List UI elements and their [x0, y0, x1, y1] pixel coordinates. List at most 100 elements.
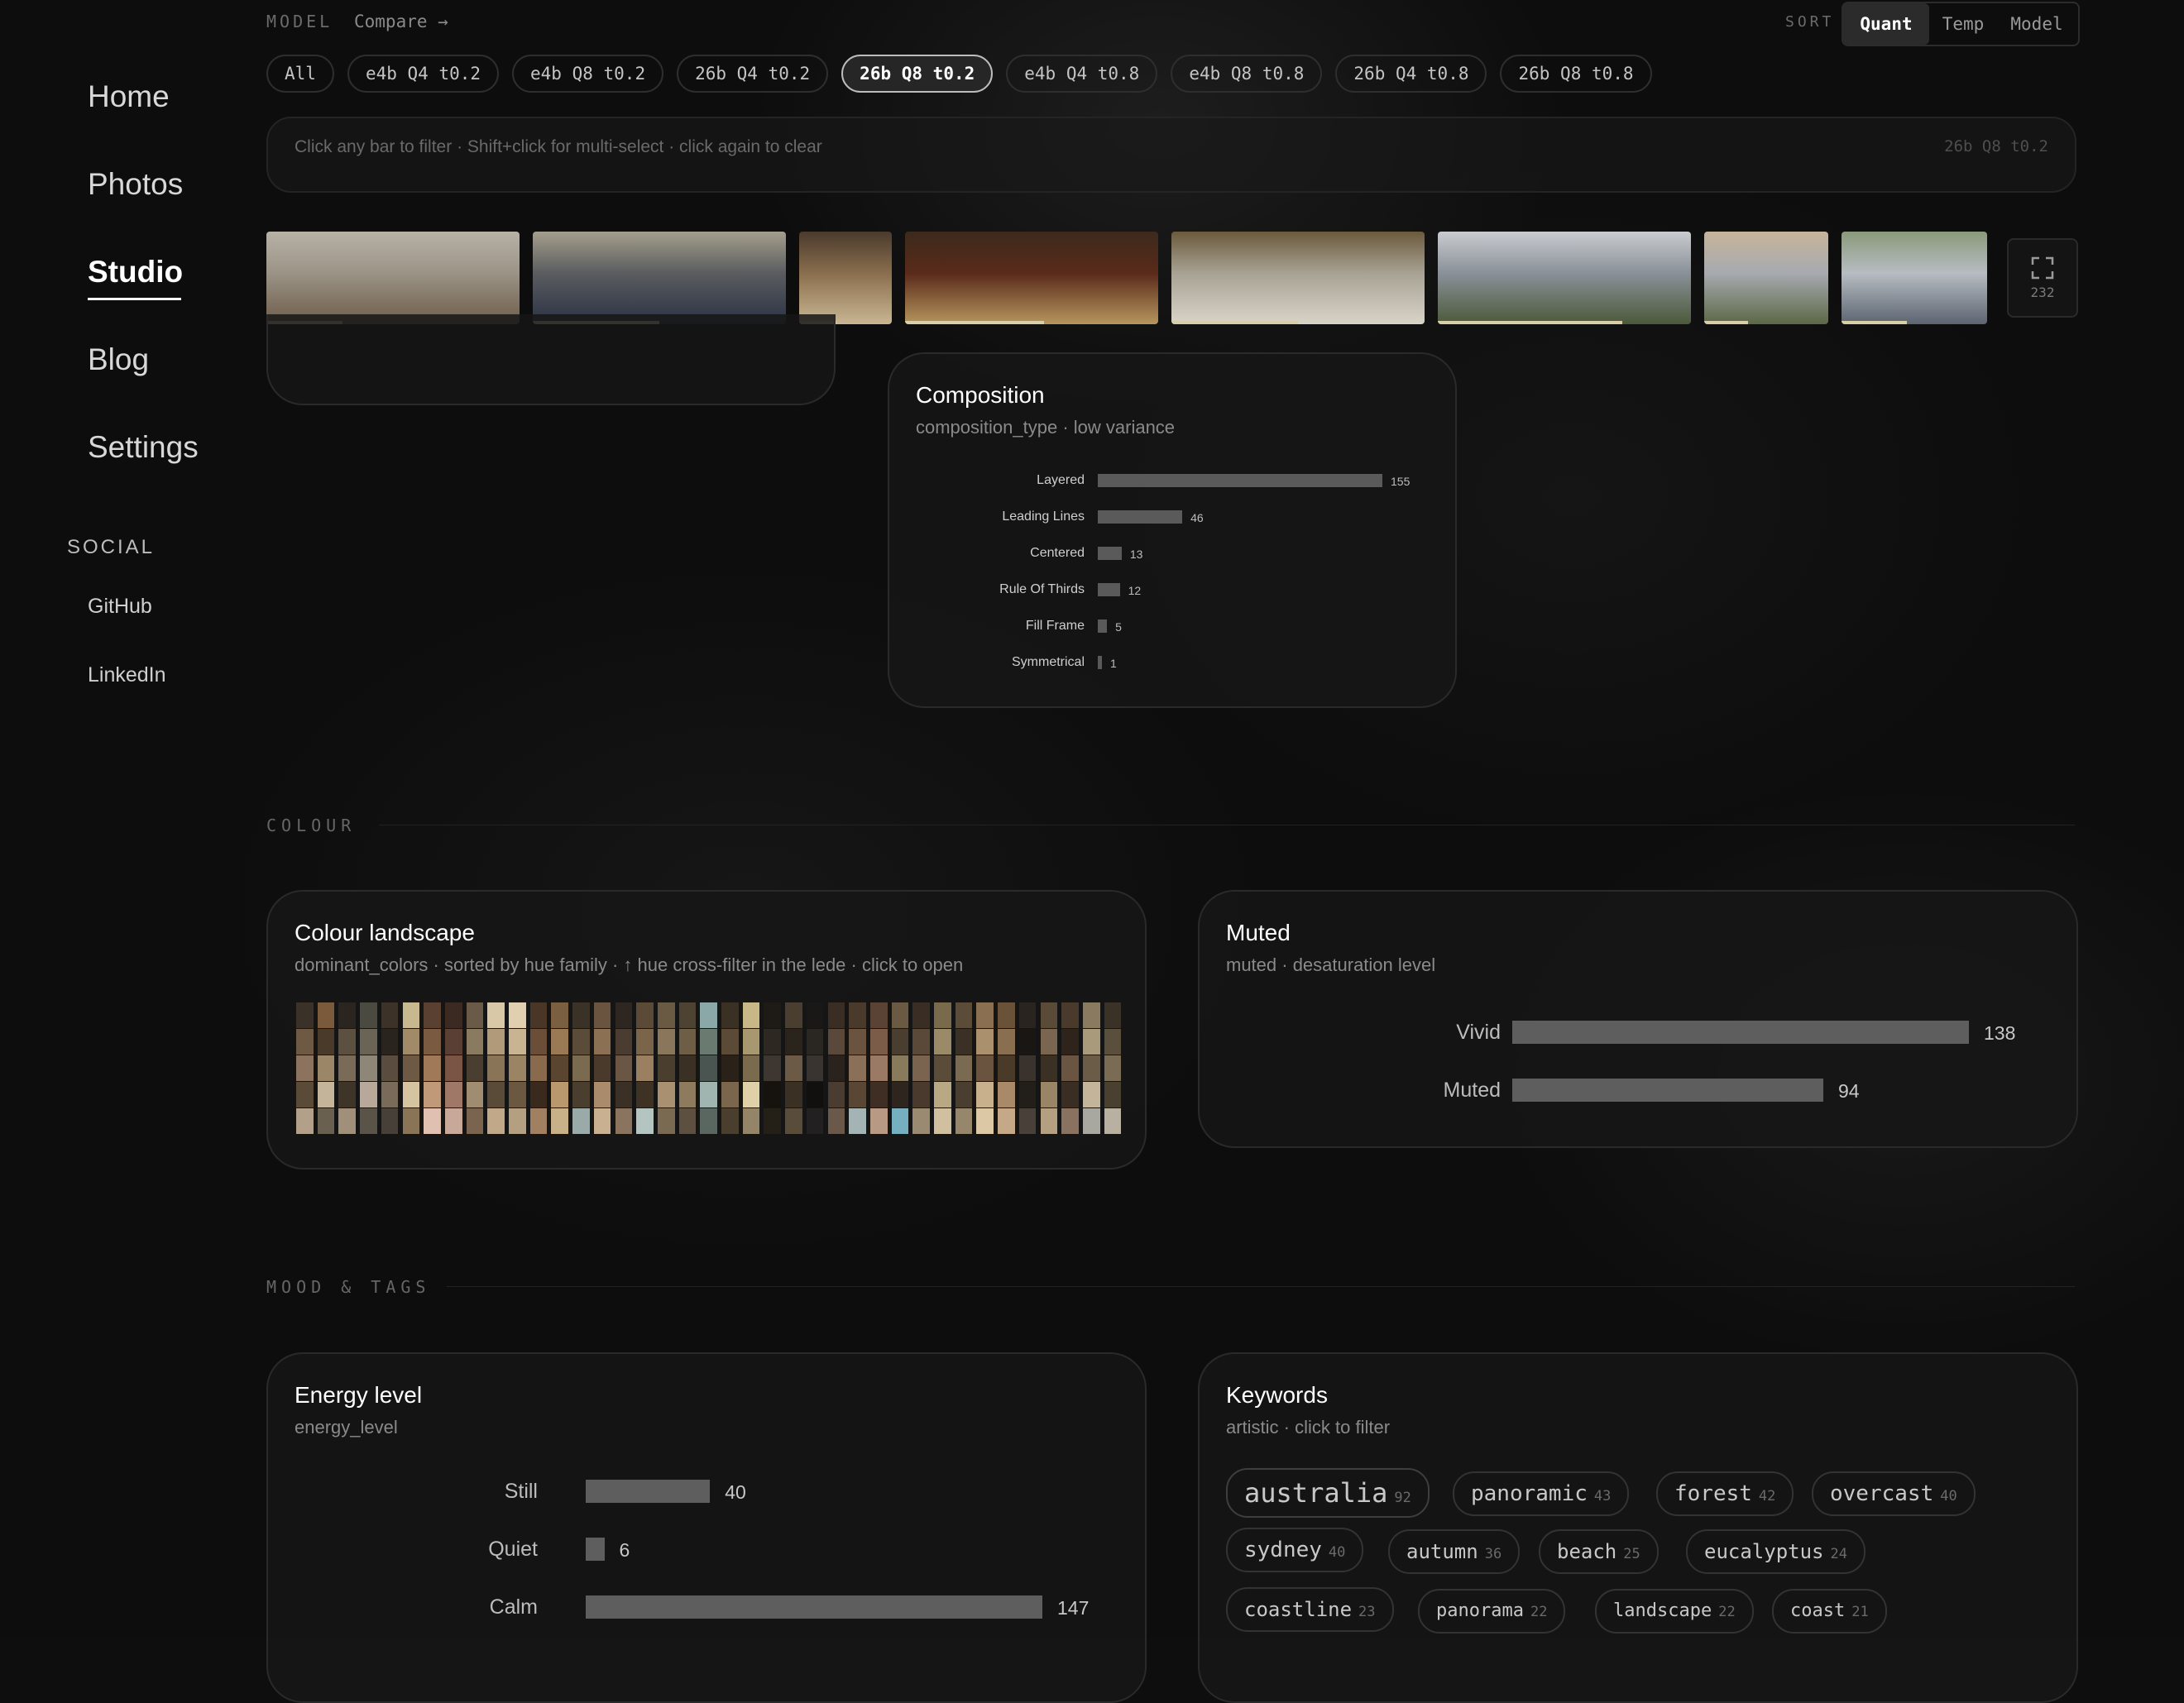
- keyword-pill[interactable]: forest 42: [1656, 1471, 1794, 1516]
- colour-swatch[interactable]: [764, 1055, 782, 1081]
- thumb-parade[interactable]: [533, 232, 786, 324]
- colour-swatch[interactable]: [636, 1082, 654, 1107]
- colour-swatch[interactable]: [1061, 1002, 1079, 1028]
- colour-swatch[interactable]: [785, 1082, 802, 1107]
- colour-swatch[interactable]: [529, 1055, 548, 1081]
- colour-swatch[interactable]: [869, 1108, 888, 1134]
- colour-swatch[interactable]: [487, 1082, 505, 1107]
- colour-swatch[interactable]: [742, 1082, 760, 1107]
- keyword-pill[interactable]: panoramic 43: [1453, 1471, 1630, 1516]
- colour-swatch[interactable]: [360, 1055, 377, 1081]
- colour-swatch[interactable]: [487, 1002, 505, 1028]
- chip-e4b-q8-t08[interactable]: e4b Q8 t0.8: [1171, 55, 1323, 93]
- colour-swatch[interactable]: [785, 1055, 802, 1081]
- colour-swatch[interactable]: [509, 1002, 526, 1028]
- colour-swatch[interactable]: [934, 1108, 951, 1134]
- colour-swatch[interactable]: [785, 1002, 802, 1028]
- bar[interactable]: [586, 1538, 605, 1561]
- colour-swatch[interactable]: [338, 1055, 357, 1081]
- colour-swatch[interactable]: [424, 1002, 441, 1028]
- colour-swatch[interactable]: [317, 1055, 335, 1081]
- colour-swatch[interactable]: [955, 1082, 973, 1107]
- colour-swatch[interactable]: [1018, 1082, 1037, 1107]
- colour-swatch[interactable]: [934, 1055, 951, 1081]
- colour-swatch[interactable]: [849, 1108, 866, 1134]
- colour-swatch[interactable]: [615, 1002, 633, 1028]
- colour-swatch[interactable]: [444, 1002, 462, 1028]
- colour-swatch[interactable]: [700, 1055, 717, 1081]
- colour-swatch[interactable]: [381, 1082, 399, 1107]
- colour-swatch[interactable]: [700, 1108, 717, 1134]
- colour-swatch[interactable]: [402, 1055, 420, 1081]
- colour-swatch[interactable]: [955, 1055, 973, 1081]
- colour-swatch[interactable]: [317, 1108, 335, 1134]
- expand-gallery-button[interactable]: [2007, 238, 2078, 318]
- colour-swatch[interactable]: [381, 1055, 399, 1081]
- colour-swatch[interactable]: [827, 1002, 845, 1028]
- colour-swatch[interactable]: [891, 1108, 909, 1134]
- colour-swatch[interactable]: [657, 1029, 675, 1055]
- colour-swatch[interactable]: [998, 1029, 1015, 1055]
- colour-swatch[interactable]: [615, 1055, 633, 1081]
- colour-swatch[interactable]: [1082, 1029, 1100, 1055]
- colour-swatch[interactable]: [509, 1082, 526, 1107]
- thumb-painting[interactable]: [905, 232, 1158, 324]
- bar[interactable]: [1098, 656, 1102, 669]
- colour-swatch[interactable]: [296, 1108, 314, 1134]
- colour-swatch[interactable]: [1104, 1108, 1122, 1134]
- colour-swatch[interactable]: [402, 1108, 420, 1134]
- colour-swatch[interactable]: [444, 1029, 462, 1055]
- colour-swatch[interactable]: [657, 1002, 675, 1028]
- bar[interactable]: [1512, 1079, 1823, 1102]
- colour-swatch[interactable]: [678, 1002, 697, 1028]
- keyword-pill[interactable]: coast 21: [1772, 1589, 1887, 1634]
- colour-swatch[interactable]: [869, 1029, 888, 1055]
- colour-swatch[interactable]: [976, 1108, 994, 1134]
- chip-e4b-q4-t08[interactable]: e4b Q4 t0.8: [1006, 55, 1158, 93]
- colour-swatch[interactable]: [317, 1029, 335, 1055]
- chip-26b-q4-t02[interactable]: 26b Q4 t0.2: [677, 55, 829, 93]
- colour-swatch[interactable]: [466, 1082, 484, 1107]
- colour-swatch[interactable]: [1104, 1002, 1122, 1028]
- colour-swatch[interactable]: [615, 1082, 633, 1107]
- bar[interactable]: [1512, 1021, 1969, 1044]
- colour-swatch[interactable]: [700, 1002, 717, 1028]
- colour-swatch[interactable]: [869, 1002, 888, 1028]
- bar[interactable]: [1098, 547, 1122, 560]
- keyword-pill[interactable]: panorama 22: [1418, 1589, 1566, 1634]
- colour-swatch[interactable]: [700, 1082, 717, 1107]
- colour-swatch[interactable]: [424, 1055, 441, 1081]
- colour-swatch[interactable]: [700, 1029, 717, 1055]
- colour-swatch[interactable]: [572, 1002, 590, 1028]
- thumb-parklands[interactable]: [1704, 232, 1828, 324]
- colour-swatch[interactable]: [869, 1055, 888, 1081]
- keyword-pill[interactable]: beach 25: [1539, 1529, 1659, 1574]
- bar[interactable]: [1098, 583, 1120, 596]
- bar[interactable]: [586, 1480, 711, 1503]
- colour-swatch[interactable]: [593, 1108, 611, 1134]
- colour-swatch[interactable]: [551, 1055, 569, 1081]
- colour-swatch[interactable]: [424, 1082, 441, 1107]
- thumb-fountain[interactable]: [1171, 232, 1425, 324]
- colour-swatch[interactable]: [657, 1055, 675, 1081]
- colour-swatch[interactable]: [1040, 1108, 1058, 1134]
- colour-swatch[interactable]: [402, 1029, 420, 1055]
- colour-swatch[interactable]: [1082, 1082, 1100, 1107]
- colour-swatch[interactable]: [551, 1108, 569, 1134]
- colour-swatch[interactable]: [764, 1082, 782, 1107]
- colour-swatch[interactable]: [891, 1055, 909, 1081]
- colour-swatch[interactable]: [764, 1029, 782, 1055]
- colour-swatch[interactable]: [487, 1029, 505, 1055]
- colour-swatch[interactable]: [1104, 1055, 1122, 1081]
- colour-swatch[interactable]: [466, 1029, 484, 1055]
- colour-swatch[interactable]: [338, 1029, 357, 1055]
- colour-swatch[interactable]: [593, 1029, 611, 1055]
- colour-swatch[interactable]: [998, 1082, 1015, 1107]
- colour-swatch[interactable]: [976, 1082, 994, 1107]
- colour-swatch[interactable]: [317, 1082, 335, 1107]
- bar[interactable]: [586, 1595, 1042, 1619]
- colour-swatch[interactable]: [827, 1029, 845, 1055]
- colour-swatch[interactable]: [317, 1002, 335, 1028]
- colour-swatch[interactable]: [1082, 1108, 1100, 1134]
- colour-swatch[interactable]: [487, 1108, 505, 1134]
